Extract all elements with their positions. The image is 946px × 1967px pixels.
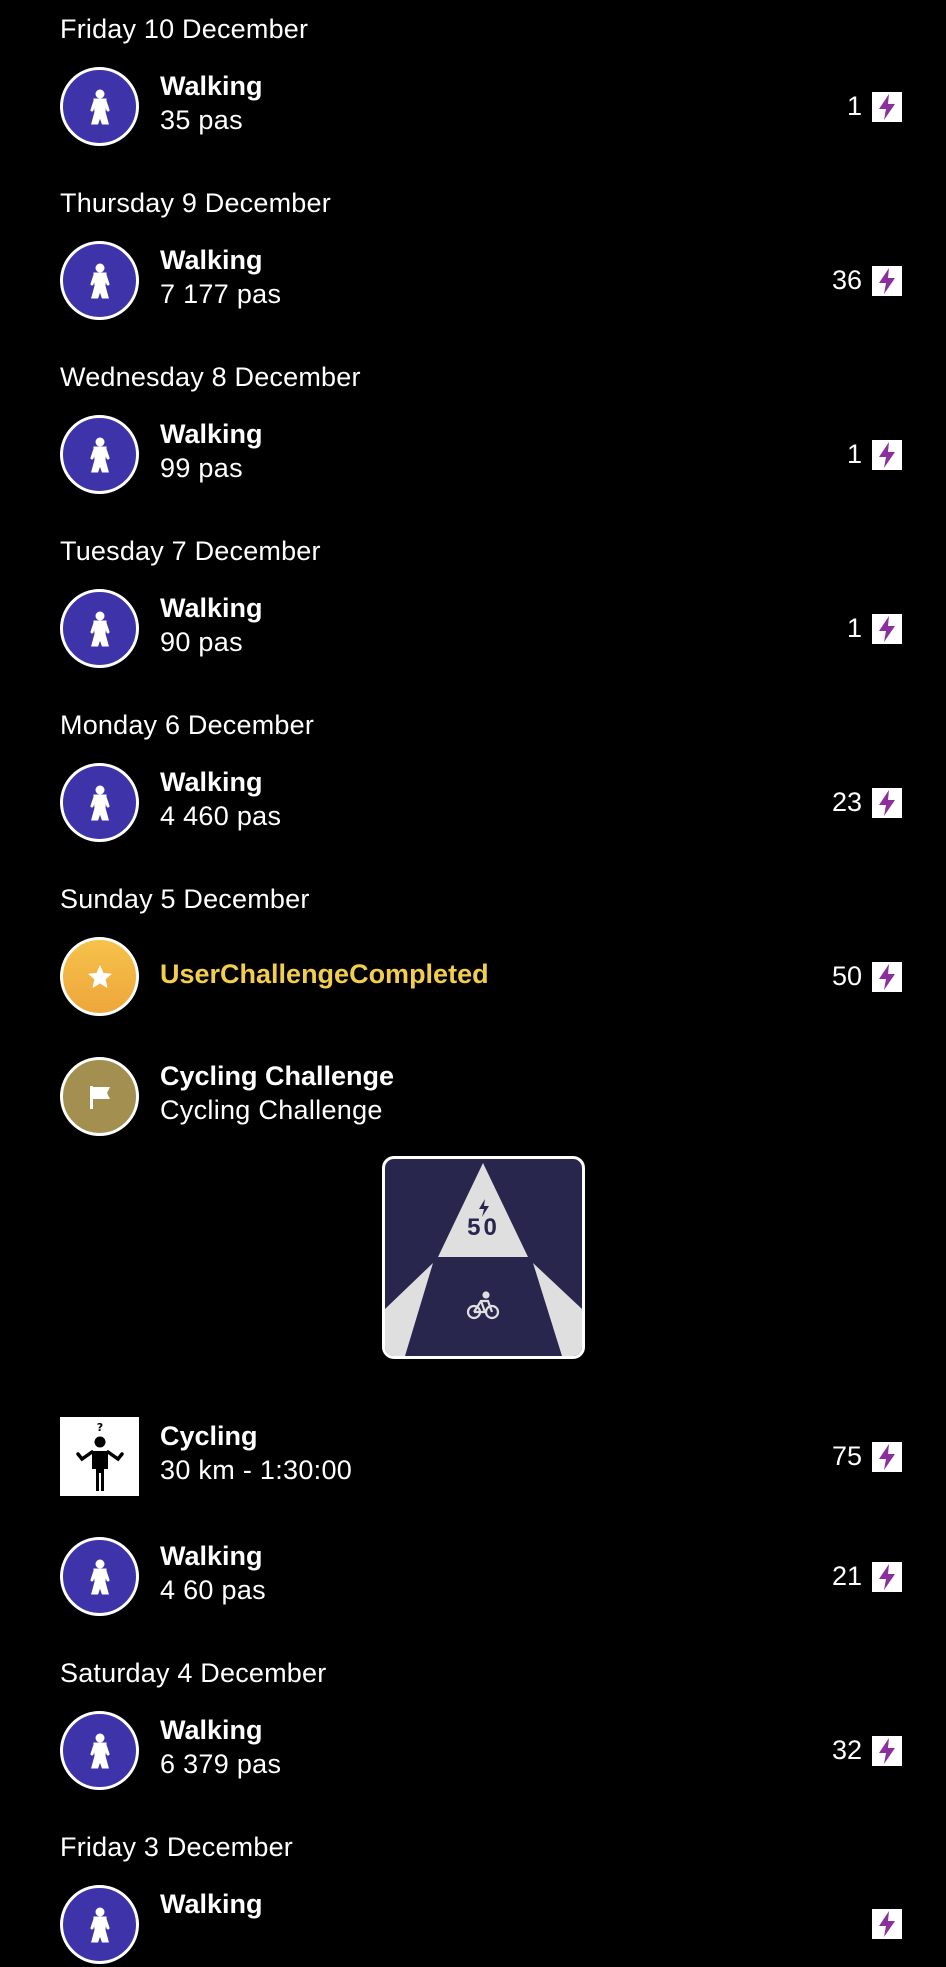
activity-detail: 30 km - 1:30:00 [160, 1455, 353, 1485]
activity-row-walking[interactable]: Walking 7 177 pas 36 [60, 241, 902, 323]
points-value: 1 [846, 613, 862, 643]
activity-detail: 4 60 pas [160, 1575, 266, 1605]
points-value: 23 [831, 787, 862, 817]
activity-row-challenge-completed[interactable]: UserChallengeCompleted 50 [60, 937, 902, 1019]
date-header: Friday 3 December [60, 1832, 293, 1862]
points: 1 [847, 91, 902, 122]
points-value: 75 [831, 1441, 862, 1471]
points: 36 [832, 265, 902, 296]
activity-detail: 6 379 pas [160, 1749, 282, 1779]
activity-row-walking[interactable]: Walking 4 460 pas 23 [60, 763, 902, 845]
activity-title: Walking [160, 593, 263, 623]
activity-detail: 7 177 pas [160, 279, 282, 309]
star-icon [60, 937, 139, 1016]
walking-person-icon [60, 1537, 139, 1616]
lightning-bolt-icon [872, 1561, 902, 1592]
walking-person-icon [60, 415, 139, 494]
points: 50 [832, 961, 902, 992]
walking-person-icon [60, 589, 139, 668]
activity-row-walking[interactable]: Walking [60, 1885, 902, 1967]
activity-row-walking[interactable]: Walking 99 pas 1 [60, 415, 902, 497]
svg-text:?: ? [96, 1421, 102, 1434]
activity-detail: 90 pas [160, 627, 243, 657]
points-value: 36 [831, 265, 862, 295]
walking-person-icon [60, 241, 139, 320]
lightning-bolt-icon [872, 961, 902, 992]
walking-person-icon [60, 1885, 139, 1964]
activity-detail: 4 460 pas [160, 801, 282, 831]
activity-title: Walking [160, 245, 263, 275]
lightning-bolt-icon [872, 787, 902, 818]
activity-title: Walking [160, 767, 263, 797]
lightning-bolt-icon [872, 1441, 902, 1472]
points-value: 1 [846, 91, 862, 121]
points: 32 [832, 1735, 902, 1766]
points-value: 21 [831, 1561, 862, 1591]
lightning-bolt-icon [872, 265, 902, 296]
date-header: Wednesday 8 December [60, 362, 361, 392]
unknown-person-icon: ? [60, 1417, 139, 1496]
points-value: 1 [846, 439, 862, 469]
lightning-bolt-icon [872, 613, 902, 644]
date-header: Saturday 4 December [60, 1658, 327, 1688]
activity-row-walking[interactable]: Walking 4 60 pas 21 [60, 1537, 902, 1619]
activity-title: Cycling [160, 1421, 258, 1451]
badge-artwork [385, 1163, 582, 1356]
date-header: Monday 6 December [60, 710, 315, 740]
lightning-bolt-icon [872, 1735, 902, 1766]
lightning-bolt-icon [872, 439, 902, 470]
activity-title: Walking [160, 419, 263, 449]
badge-value: 50 [467, 1214, 500, 1241]
activity-row-walking[interactable]: Walking 35 pas 1 [60, 67, 902, 149]
points: 1 [847, 613, 902, 644]
activity-detail: 99 pas [160, 453, 243, 483]
date-header: Tuesday 7 December [60, 536, 321, 566]
points-value: 32 [831, 1735, 862, 1765]
challenge-badge[interactable]: 50 [382, 1156, 585, 1359]
activity-title: Walking [160, 1889, 263, 1919]
points-value: 50 [831, 961, 862, 991]
date-header: Sunday 5 December [60, 884, 310, 914]
activity-title: Walking [160, 1715, 263, 1745]
activity-detail: Cycling Challenge [160, 1095, 383, 1125]
activity-row-cycling[interactable]: ? Cycling 30 km - 1:30:00 75 [60, 1417, 902, 1499]
points: 21 [832, 1561, 902, 1592]
activity-row-walking[interactable]: Walking 6 379 pas 32 [60, 1711, 902, 1793]
walking-person-icon [60, 67, 139, 146]
flag-icon [60, 1057, 139, 1136]
bicycle-icon [466, 1291, 500, 1320]
activity-title: Walking [160, 1541, 263, 1571]
activity-detail: 35 pas [160, 105, 243, 135]
activity-row-walking[interactable]: Walking 90 pas 1 [60, 589, 902, 671]
lightning-bolt-icon [872, 91, 902, 122]
points: 75 [832, 1441, 902, 1472]
activity-title: Cycling Challenge [160, 1061, 395, 1091]
date-header: Thursday 9 December [60, 188, 331, 218]
walking-person-icon [60, 763, 139, 842]
points: 23 [832, 787, 902, 818]
date-header: Friday 10 December [60, 14, 309, 44]
activity-title: Walking [160, 71, 263, 101]
points: 1 [847, 439, 902, 470]
activity-feed[interactable]: Friday 10 December Walking 35 pas 1 Thur… [0, 0, 946, 1964]
walking-person-icon [60, 1711, 139, 1790]
activity-row-cycling-challenge[interactable]: Cycling Challenge Cycling Challenge [60, 1057, 902, 1139]
activity-title: UserChallengeCompleted [160, 959, 489, 989]
